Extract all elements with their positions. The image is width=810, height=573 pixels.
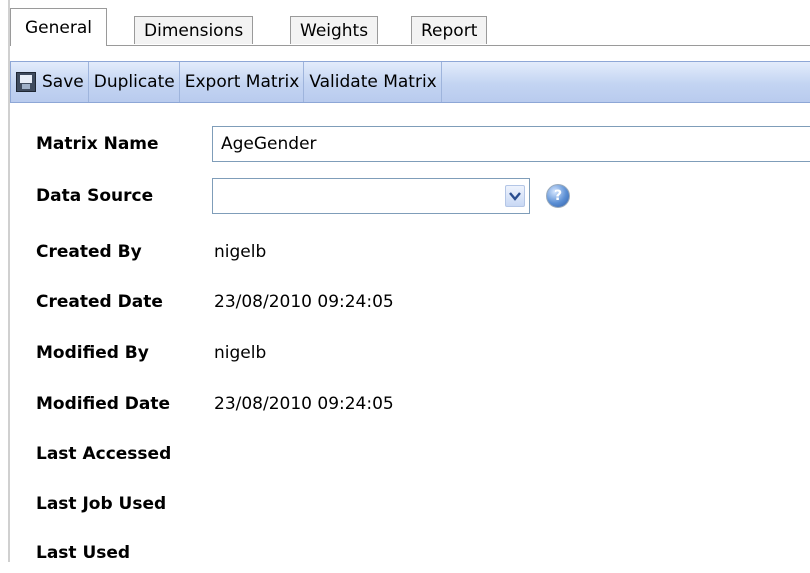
last-accessed-label: Last Accessed [36,444,172,464]
matrix-name-label: Matrix Name [36,134,159,154]
export-matrix-button[interactable]: Export Matrix [180,62,305,102]
data-source-label: Data Source [36,186,154,206]
modified-by-row: Modified By nigelb [36,333,266,373]
modified-by-label: Modified By [36,343,149,363]
tab-strip: General Dimensions Weights Report [10,0,810,47]
created-date-label: Created Date [36,292,163,312]
tab-baseline [10,45,810,46]
export-matrix-label: Export Matrix [184,72,300,92]
tab-weights[interactable]: Weights [290,16,379,44]
duplicate-label: Duplicate [93,72,175,92]
validate-matrix-button[interactable]: Validate Matrix [304,62,442,102]
help-icon[interactable]: ? [546,184,570,208]
last-used-row: Last Used [36,533,214,573]
save-label: Save [42,72,84,92]
modified-by-value: nigelb [214,343,267,363]
created-date-value: 23/08/2010 09:24:05 [214,292,394,312]
last-job-used-row: Last Job Used [36,484,214,524]
data-source-select[interactable] [212,178,530,214]
validate-matrix-label: Validate Matrix [309,72,437,92]
save-button[interactable]: Save [11,62,89,102]
created-by-row: Created By nigelb [36,232,266,272]
last-job-used-label: Last Job Used [36,494,167,514]
modified-date-value: 23/08/2010 09:24:05 [214,394,394,414]
created-date-row: Created Date 23/08/2010 09:24:05 [36,282,394,322]
created-by-value: nigelb [214,242,267,262]
tab-general[interactable]: General [10,8,107,46]
last-used-label: Last Used [36,543,131,563]
floppy-disk-icon [16,72,36,92]
tab-dimensions[interactable]: Dimensions [134,16,254,44]
duplicate-button[interactable]: Duplicate [89,62,180,102]
modified-date-label: Modified Date [36,394,171,414]
last-accessed-row: Last Accessed [36,434,214,474]
tab-report[interactable]: Report [411,16,488,44]
toolbar: Save Duplicate Export Matrix Validate Ma… [10,61,810,103]
matrix-name-input[interactable] [212,126,810,162]
matrix-name-row: Matrix Name [36,124,214,164]
created-by-label: Created By [36,242,142,262]
chevron-down-icon[interactable] [505,185,525,207]
modified-date-row: Modified Date 23/08/2010 09:24:05 [36,384,394,424]
data-source-row: Data Source [36,176,214,216]
